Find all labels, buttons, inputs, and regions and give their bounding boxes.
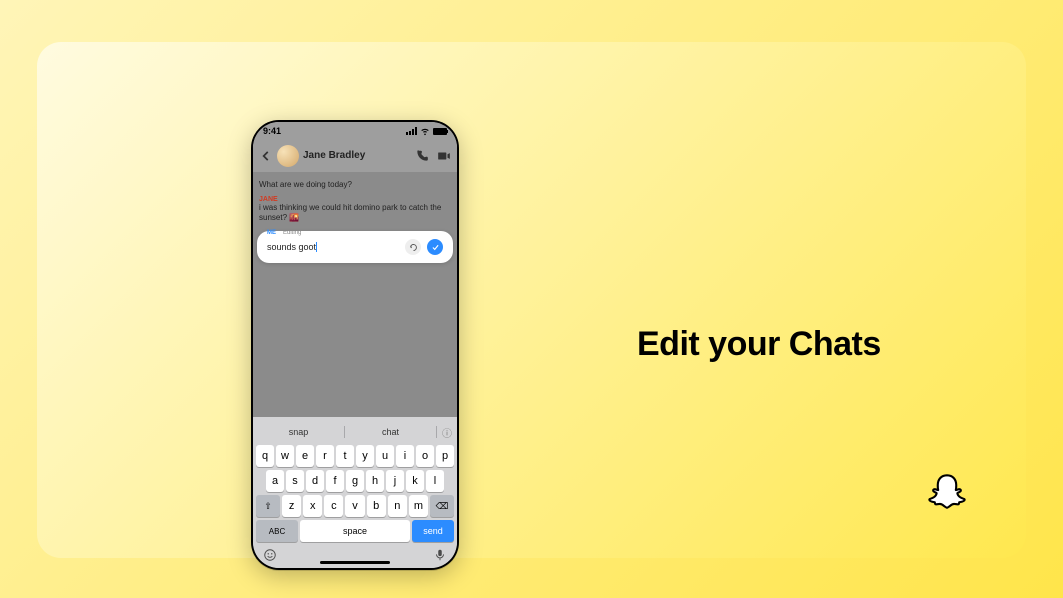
key-c[interactable]: c <box>324 495 343 517</box>
message-list[interactable]: What are we doing today? JANE i was thin… <box>253 172 457 417</box>
key-z[interactable]: z <box>282 495 301 517</box>
key-send[interactable]: send <box>412 520 454 542</box>
chat-header: Jane Bradley <box>253 140 457 172</box>
headline-text: Edit your Chats <box>637 325 881 364</box>
edit-label-me: ME <box>267 230 276 236</box>
key-b[interactable]: b <box>367 495 386 517</box>
key-u[interactable]: u <box>376 445 394 467</box>
battery-icon <box>433 128 447 135</box>
confirm-button[interactable] <box>427 239 443 255</box>
snapchat-ghost-icon <box>926 472 968 514</box>
suggestion[interactable]: snap <box>253 427 344 437</box>
video-icon[interactable] <box>437 149 451 163</box>
sender-label: JANE <box>259 196 451 203</box>
key-m[interactable]: m <box>409 495 428 517</box>
message-incoming: What are we doing today? <box>259 180 451 190</box>
call-icon[interactable] <box>415 149 429 163</box>
emoji-icon[interactable] <box>263 548 277 562</box>
contact-name: Jane Bradley <box>303 151 407 161</box>
key-h[interactable]: h <box>366 470 384 492</box>
key-f[interactable]: f <box>326 470 344 492</box>
home-indicator <box>320 561 390 564</box>
key-space[interactable]: space <box>300 520 410 542</box>
suggestion-bar: snap chat ⓘ <box>253 421 457 443</box>
status-bar: 9:41 <box>253 122 457 140</box>
suggestion[interactable]: chat <box>345 427 436 437</box>
phone-screen: 9:41 Jane Bradley <box>253 122 457 568</box>
status-time: 9:41 <box>263 126 281 136</box>
key-j[interactable]: j <box>386 470 404 492</box>
key-e[interactable]: e <box>296 445 314 467</box>
key-i[interactable]: i <box>396 445 414 467</box>
text-cursor <box>316 242 317 252</box>
wifi-icon <box>420 126 430 136</box>
key-d[interactable]: d <box>306 470 324 492</box>
back-icon[interactable] <box>259 149 273 163</box>
key-o[interactable]: o <box>416 445 434 467</box>
feature-card: Edit your Chats 9:41 Jane Bradley <box>37 42 1026 558</box>
keyboard: qwertyuiop asdfghjkl ⇧zxcvbnm⌫ ABC space… <box>253 443 457 542</box>
mic-icon[interactable] <box>433 548 447 562</box>
edit-label-sub: Editing <box>283 230 301 236</box>
key-shift[interactable]: ⇧ <box>256 495 280 517</box>
key-q[interactable]: q <box>256 445 274 467</box>
key-l[interactable]: l <box>426 470 444 492</box>
key-backspace[interactable]: ⌫ <box>430 495 454 517</box>
key-s[interactable]: s <box>286 470 304 492</box>
key-a[interactable]: a <box>266 470 284 492</box>
message-incoming: i was thinking we could hit domino park … <box>259 203 451 223</box>
avatar[interactable] <box>277 145 299 167</box>
key-y[interactable]: y <box>356 445 374 467</box>
signal-icon <box>406 127 417 135</box>
suggestion-expand-icon[interactable]: ⓘ <box>437 425 457 440</box>
phone-mock: 9:41 Jane Bradley <box>251 120 459 570</box>
key-abc[interactable]: ABC <box>256 520 298 542</box>
contact-info[interactable]: Jane Bradley <box>303 151 407 161</box>
key-x[interactable]: x <box>303 495 322 517</box>
key-v[interactable]: v <box>345 495 364 517</box>
edit-bubble[interactable]: ME Editing sounds goot <box>257 231 453 263</box>
key-p[interactable]: p <box>436 445 454 467</box>
undo-button[interactable] <box>405 239 421 255</box>
key-k[interactable]: k <box>406 470 424 492</box>
undo-icon <box>409 243 418 252</box>
key-r[interactable]: r <box>316 445 334 467</box>
key-n[interactable]: n <box>388 495 407 517</box>
check-icon <box>431 243 440 252</box>
edit-text: sounds goot <box>267 242 316 252</box>
key-w[interactable]: w <box>276 445 294 467</box>
key-g[interactable]: g <box>346 470 364 492</box>
key-t[interactable]: t <box>336 445 354 467</box>
keyboard-area: snap chat ⓘ qwertyuiop asdfghjkl ⇧zxcvbn… <box>253 417 457 568</box>
